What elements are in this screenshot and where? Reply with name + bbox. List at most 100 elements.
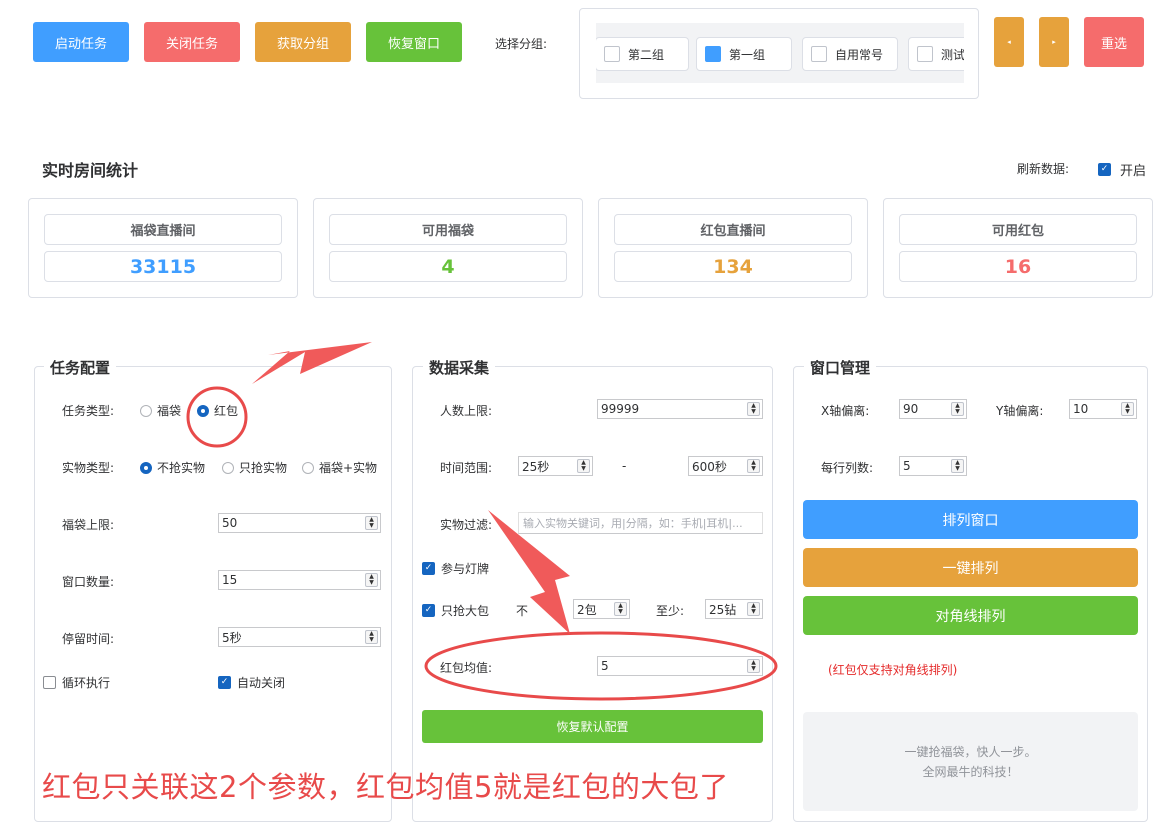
data-collect-title: 数据采集 xyxy=(423,357,496,378)
radio-item-only[interactable]: 只抢实物 xyxy=(222,459,287,476)
bag-limit-label: 福袋上限: xyxy=(62,518,115,532)
loop-label: 循环执行 xyxy=(62,676,111,690)
x-offset-value: 90 xyxy=(903,402,919,416)
select-group-label: 选择分组: xyxy=(495,37,548,51)
close-task-button[interactable]: 关闭任务 xyxy=(144,22,240,62)
scroll-right-button[interactable]: ▸ xyxy=(1039,17,1069,67)
stepper-icon[interactable]: ▲ ▼ xyxy=(747,402,760,416)
people-limit-input[interactable]: 99999 ▲ ▼ xyxy=(597,399,763,419)
stat-card-available-red: 可用红包 16 xyxy=(883,198,1153,298)
group-chip-strip[interactable]: 第二组 第一组 自用常号 测试 xyxy=(596,23,964,83)
time-from-input[interactable]: 25秒 ▲ ▼ xyxy=(518,456,593,476)
red-avg-value: 5 xyxy=(601,659,609,673)
per-row-label: 每行列数: xyxy=(821,461,874,475)
bag-limit-input[interactable]: 50 ▲ ▼ xyxy=(218,513,381,533)
big-count-value: 2包 xyxy=(577,602,597,617)
stat-card-label: 可用红包 xyxy=(899,214,1137,245)
stay-time-input[interactable]: 5秒 ▲ ▼ xyxy=(218,627,381,647)
stepper-icon[interactable]: ▲ ▼ xyxy=(365,630,378,644)
restore-defaults-button[interactable]: 恢复默认配置 xyxy=(422,710,763,743)
restore-window-button[interactable]: 恢复窗口 xyxy=(366,22,462,62)
people-limit-value: 99999 xyxy=(601,402,640,416)
lamp-label: 参与灯牌 xyxy=(441,562,490,576)
item-type-label: 实物类型: xyxy=(62,461,115,475)
window-count-value: 15 xyxy=(222,573,238,587)
big-only-checkbox[interactable]: ✓ 只抢大包 xyxy=(422,602,489,619)
one-click-arrange-button[interactable]: 一键排列 xyxy=(803,548,1138,587)
radio-bag[interactable]: 福袋 xyxy=(140,402,181,419)
group-chip-test[interactable]: 测试 xyxy=(908,37,964,71)
checkbox-icon xyxy=(917,46,933,62)
big-only-label: 只抢大包 xyxy=(441,604,490,618)
stat-card-label: 福袋直播间 xyxy=(44,214,282,245)
window-count-label: 窗口数量: xyxy=(62,575,115,589)
checkbox-checked-icon: ✓ xyxy=(422,562,435,575)
big-count-label: 不 xyxy=(516,604,529,618)
info-line-1: 一键抢福袋，快人一步。 xyxy=(904,744,1037,759)
scroll-left-button[interactable]: ◂ xyxy=(994,17,1024,67)
radio-label: 只抢实物 xyxy=(239,461,288,475)
refresh-toggle-label: 开启 xyxy=(1120,164,1147,179)
group-chip-second[interactable]: 第二组 xyxy=(596,37,689,71)
people-limit-label: 人数上限: xyxy=(440,404,493,418)
data-collect-panel xyxy=(412,366,773,822)
big-count-input[interactable]: 2包 ▲ ▼ xyxy=(573,599,630,619)
radio-bag-plus-item[interactable]: 福袋+实物 xyxy=(302,459,377,476)
info-line-2: 全网最牛的科技！ xyxy=(922,764,1019,779)
radio-selected-icon xyxy=(140,461,152,474)
group-chip-first[interactable]: 第一组 xyxy=(696,37,792,71)
window-mgmt-title: 窗口管理 xyxy=(804,357,877,378)
task-config-panel xyxy=(34,366,392,822)
auto-close-checkbox[interactable]: ✓ 自动关闭 xyxy=(218,674,285,691)
stat-card-value: 134 xyxy=(614,251,852,282)
stepper-icon[interactable]: ▲ ▼ xyxy=(365,516,378,530)
stepper-icon[interactable]: ▲ ▼ xyxy=(747,659,760,673)
per-row-input[interactable]: 5 ▲ ▼ xyxy=(899,456,967,476)
checkbox-icon xyxy=(604,46,620,62)
stepper-icon[interactable]: ▲ ▼ xyxy=(614,602,627,616)
x-offset-input[interactable]: 90 ▲ ▼ xyxy=(899,399,967,419)
stepper-icon[interactable]: ▲ ▼ xyxy=(747,459,760,473)
diagonal-arrange-button[interactable]: 对角线排列 xyxy=(803,596,1138,635)
group-chip-personal[interactable]: 自用常号 xyxy=(802,37,898,71)
radio-selected-icon xyxy=(197,404,209,417)
group-chip-label: 第一组 xyxy=(729,47,766,62)
radio-icon xyxy=(222,461,234,474)
stepper-icon[interactable]: ▲ ▼ xyxy=(365,573,378,587)
stay-time-value: 5秒 xyxy=(222,630,242,645)
stepper-icon[interactable]: ▲ ▼ xyxy=(1121,402,1134,416)
stat-card-available-bags: 可用福袋 4 xyxy=(313,198,583,298)
at-least-value: 25钻 xyxy=(709,602,737,617)
stat-card-red-rooms: 红包直播间 134 xyxy=(598,198,868,298)
radio-icon xyxy=(140,404,152,417)
get-groups-button[interactable]: 获取分组 xyxy=(255,22,351,62)
radio-label: 福袋 xyxy=(157,404,182,418)
radio-icon xyxy=(302,461,314,474)
lamp-checkbox[interactable]: ✓ 参与灯牌 xyxy=(422,560,489,577)
red-avg-input[interactable]: 5 ▲ ▼ xyxy=(597,656,763,676)
bag-limit-value: 50 xyxy=(222,516,238,530)
time-to-value: 600秒 xyxy=(692,459,727,474)
at-least-input[interactable]: 25钻 ▲ ▼ xyxy=(705,599,763,619)
start-task-button[interactable]: 启动任务 xyxy=(33,22,129,62)
arrange-windows-button[interactable]: 排列窗口 xyxy=(803,500,1138,539)
stepper-icon[interactable]: ▲ ▼ xyxy=(951,402,964,416)
radio-no-item[interactable]: 不抢实物 xyxy=(140,459,205,476)
stepper-icon[interactable]: ▲ ▼ xyxy=(577,459,590,473)
loop-checkbox[interactable]: 循环执行 xyxy=(43,674,110,691)
window-count-input[interactable]: 15 ▲ ▼ xyxy=(218,570,381,590)
radio-red-packet[interactable]: 红包 xyxy=(197,402,238,419)
item-filter-input[interactable]: 输入实物关键词，用|分隔，如：手机|耳机|... xyxy=(518,512,763,534)
stepper-icon[interactable]: ▲ ▼ xyxy=(951,459,964,473)
stat-card-bag-rooms: 福袋直播间 33115 xyxy=(28,198,298,298)
refresh-toggle[interactable]: ✓ 开启 xyxy=(1098,160,1146,179)
stats-title: 实时房间统计 xyxy=(42,161,139,180)
time-to-input[interactable]: 600秒 ▲ ▼ xyxy=(688,456,763,476)
checkbox-checked-icon xyxy=(705,46,721,62)
y-offset-label: Y轴偏离: xyxy=(996,404,1044,418)
stepper-icon[interactable]: ▲ ▼ xyxy=(747,602,760,616)
y-offset-input[interactable]: 10 ▲ ▼ xyxy=(1069,399,1137,419)
x-offset-label: X轴偏离: xyxy=(821,404,870,418)
item-filter-label: 实物过滤: xyxy=(440,518,493,532)
reset-selection-button[interactable]: 重选 xyxy=(1084,17,1144,67)
